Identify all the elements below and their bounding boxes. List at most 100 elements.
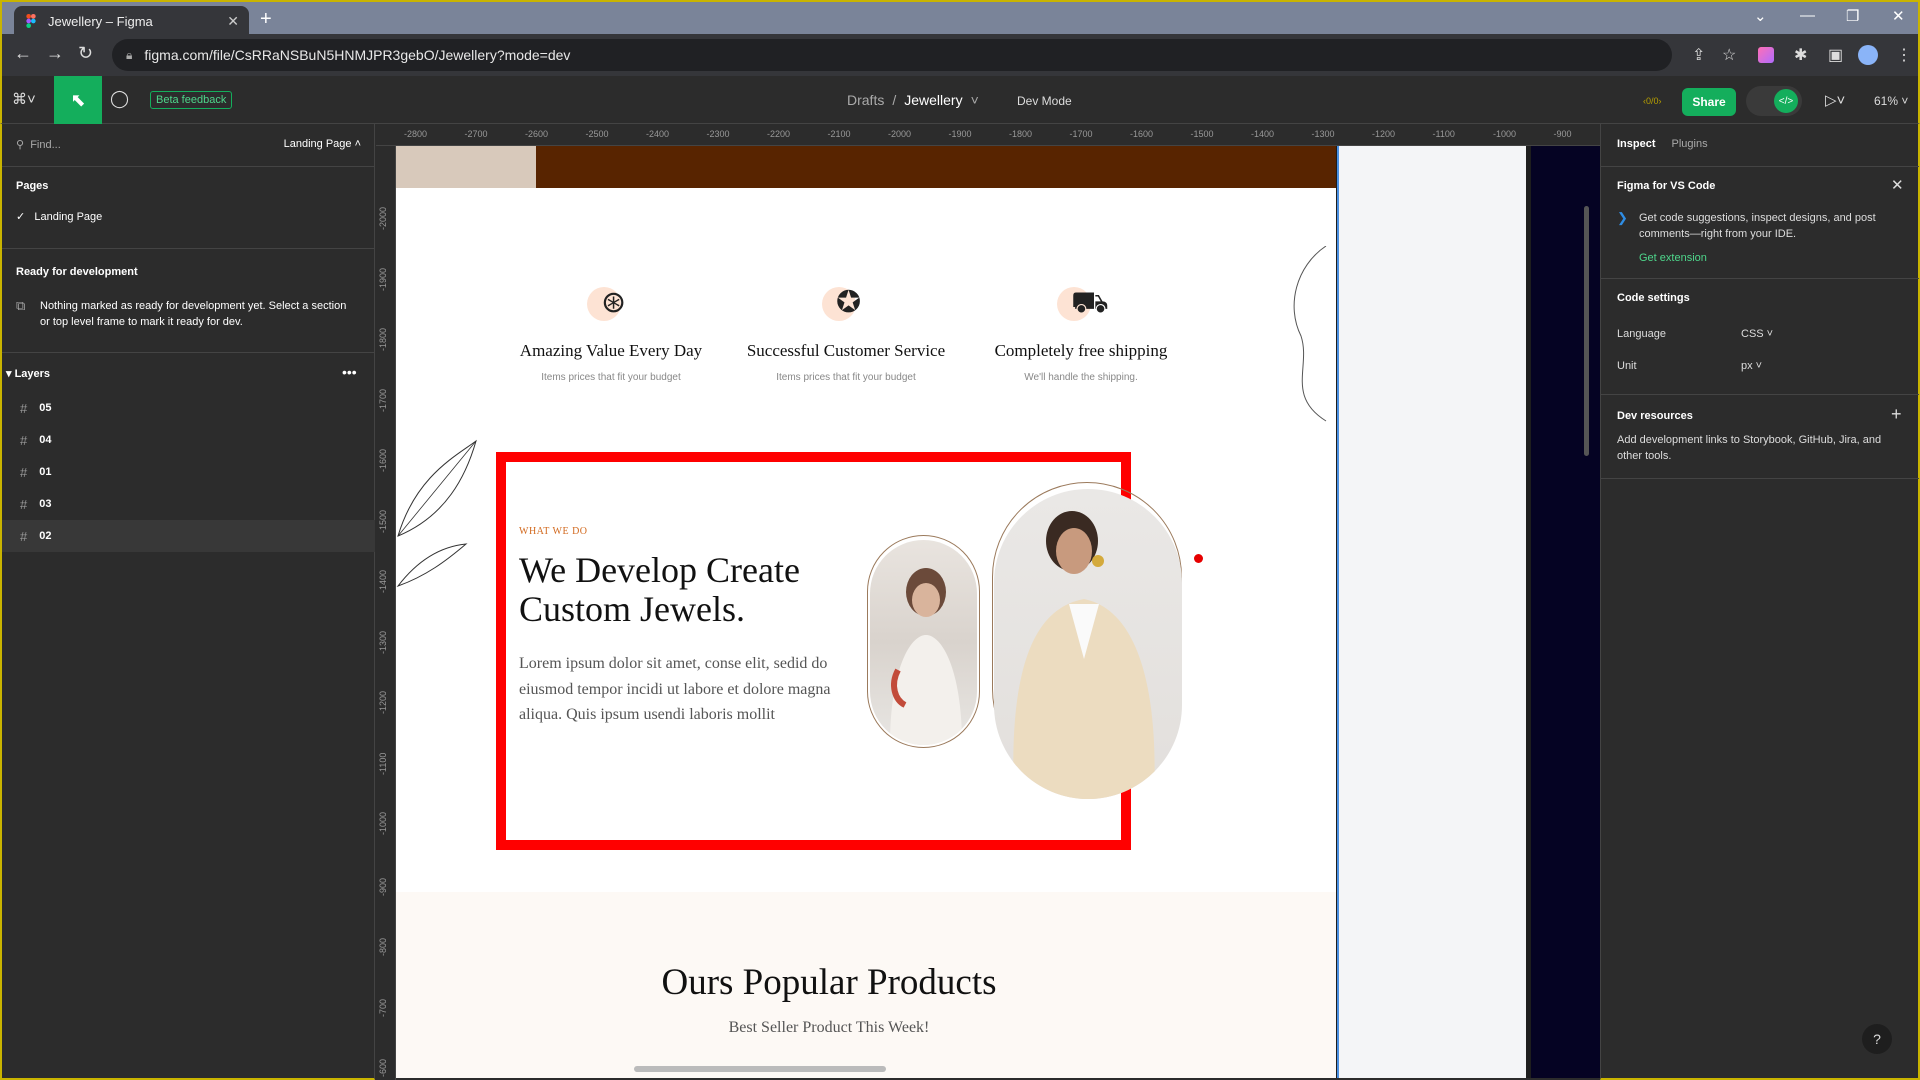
landing-page-frame[interactable]: ⊛ Amazing Value Every Day Items prices t… (396, 146, 1336, 1078)
language-value: CSS (1741, 328, 1764, 340)
new-tab-button[interactable]: + (260, 8, 272, 31)
ruler-tick: -900 (378, 877, 388, 896)
feature-subtitle: Items prices that fit your budget (776, 372, 916, 383)
ruler-tick: -1900 (378, 267, 388, 291)
section-paragraph: Lorem ipsum dolor sit amet, conse elit, … (519, 655, 831, 723)
cursor-icon: ⬉ (70, 89, 86, 110)
browser-menu-icon[interactable]: ⋮ (1896, 45, 1912, 65)
close-icon[interactable]: ✕ (1891, 176, 1904, 194)
divider (1601, 166, 1919, 167)
vertical-scrollbar[interactable] (1584, 206, 1589, 456)
vscode-heading: Figma for VS Code (1617, 180, 1716, 192)
ruler-tick: -1300 (1311, 129, 1335, 139)
unit-value: px (1741, 360, 1753, 372)
ruler-tick: -1200 (1372, 129, 1396, 139)
dev-mode-toggle[interactable]: </> (1746, 86, 1802, 116)
browser-tab[interactable]: Jewellery – Figma ✕ (14, 6, 249, 36)
forward-icon[interactable]: → (46, 43, 64, 64)
figma-toolbar: ⌘˅ ⬉ ◯ Beta feedback Drafts / Jewellery … (0, 76, 1920, 124)
page-item-landing[interactable]: ✓ Landing Page (16, 210, 102, 223)
left-ruler: -2000 -1900 -1800 -1700 -1600 -1500 -1400 -1300… (376, 146, 396, 1080)
tab-plugins[interactable]: Plugins (1672, 138, 1708, 150)
section-eyebrow: WHAT WE DO (519, 526, 588, 537)
tab-search-icon[interactable]: ⌄ (1754, 7, 1767, 25)
close-tab-icon[interactable]: ✕ (227, 13, 239, 30)
chevron-down-icon[interactable]: ˅ (971, 92, 979, 108)
dark-frame (1531, 146, 1600, 1078)
grey-frame (1338, 146, 1526, 1078)
comment-tool-icon[interactable]: ◯ (110, 89, 129, 109)
beta-feedback-button[interactable]: Beta feedback (150, 91, 233, 109)
search-icon: ⚲ (16, 139, 25, 151)
layers-heading-label: Layers (14, 368, 51, 380)
share-page-icon[interactable]: ⇪ (1692, 45, 1705, 65)
model-photo-large (994, 489, 1182, 799)
profile-avatar[interactable] (1858, 45, 1878, 65)
restore-icon[interactable]: ❐ (1846, 7, 1859, 25)
page-selector-label: Landing Page (283, 138, 352, 150)
ruler-tick: -700 (378, 998, 388, 1017)
ruler-tick: -2200 (767, 129, 791, 139)
extension-icon[interactable] (1758, 47, 1774, 63)
vscode-icon: ❯ (1617, 210, 1628, 225)
file-name[interactable]: Jewellery (904, 92, 962, 108)
top-ruler: -2800 -2700 -2600 -2500 -2400 -2300 -2200 -2100… (376, 124, 1600, 146)
reload-icon[interactable]: ↻ (78, 43, 93, 64)
layer-item[interactable]: #05 (2, 392, 375, 424)
layer-label: 04 (39, 434, 52, 446)
layers-heading[interactable]: ▾ Layers (6, 367, 50, 380)
add-resource-icon[interactable]: + (1891, 404, 1902, 425)
ruler-tick: -1300 (378, 630, 388, 654)
frame-icon: # (20, 400, 28, 416)
layer-item[interactable]: #03 (2, 488, 375, 520)
help-button[interactable]: ? (1862, 1024, 1892, 1054)
feature-title: Amazing Value Every Day (519, 341, 703, 360)
get-extension-link[interactable]: Get extension (1639, 250, 1707, 266)
horizontal-scrollbar[interactable] (634, 1066, 886, 1072)
divider (2, 248, 375, 249)
feature-item: ⛟ Completely free shipping We'll handle … (966, 281, 1196, 383)
frame-icon: # (20, 496, 28, 512)
figma-menu-icon[interactable]: ⌘˅ (12, 90, 36, 108)
tab-inspect[interactable]: Inspect (1617, 138, 1656, 150)
puzzle-extensions-icon[interactable]: ✱ (1794, 45, 1807, 65)
zoom-level[interactable]: 61% ˅ (1874, 94, 1908, 108)
divider (2, 352, 375, 353)
code-icon: </> (1774, 89, 1798, 113)
present-play-icon[interactable]: ▷˅ (1825, 91, 1845, 109)
share-button[interactable]: Share (1682, 88, 1736, 116)
back-icon[interactable]: ← (14, 43, 32, 64)
url-text: figma.com/file/CsRRaNSBuN5HNMJPR3gebO/Je… (144, 47, 571, 63)
window-close-icon[interactable]: ✕ (1892, 7, 1905, 25)
bookmark-star-icon[interactable]: ☆ (1722, 45, 1736, 65)
feature-title: Successful Customer Service (746, 341, 946, 360)
layer-item-selected[interactable]: #02 (2, 520, 375, 552)
find-input[interactable]: ⚲ Find... (16, 138, 61, 151)
browser-toolbar: ← → ↻ 🔒︎ figma.com/file/CsRRaNSBuN5HNMJP… (0, 34, 1920, 76)
ruler-tick: -2700 (464, 129, 488, 139)
layer-item[interactable]: #01 (2, 456, 375, 488)
more-options-icon[interactable]: ••• (342, 364, 357, 380)
woman-in-suit-photo (1013, 511, 1155, 799)
language-select[interactable]: CSS ˅ (1741, 326, 1773, 342)
divider (1601, 278, 1919, 279)
lock-icon: 🔒︎ (126, 47, 133, 62)
woman-photo (890, 568, 962, 745)
ruler-tick: -2000 (888, 129, 912, 139)
ruler-tick: -2500 (585, 129, 609, 139)
award-badge-icon: ✪ (822, 281, 870, 329)
minimize-icon[interactable]: — (1800, 7, 1815, 24)
layer-item[interactable]: #04 (2, 424, 375, 456)
hero-banner-strip (536, 146, 1336, 188)
page-selector[interactable]: Landing Page ˄ (284, 138, 361, 151)
ruler-tick: -1400 (1251, 129, 1275, 139)
breadcrumb-drafts[interactable]: Drafts (847, 92, 884, 108)
find-placeholder: Find... (30, 139, 61, 151)
move-tool-button[interactable]: ⬉ (54, 76, 102, 124)
canvas[interactable]: ⊛ Amazing Value Every Day Items prices t… (396, 146, 1600, 1078)
side-panel-icon[interactable]: ▣ (1828, 45, 1843, 65)
unit-select[interactable]: px ˅ (1741, 358, 1762, 374)
address-bar[interactable]: 🔒︎ figma.com/file/CsRRaNSBuN5HNMJPR3gebO… (112, 39, 1672, 71)
dev-resources-heading: Dev resources (1617, 410, 1693, 422)
ruler-tick: -1500 (378, 509, 388, 533)
